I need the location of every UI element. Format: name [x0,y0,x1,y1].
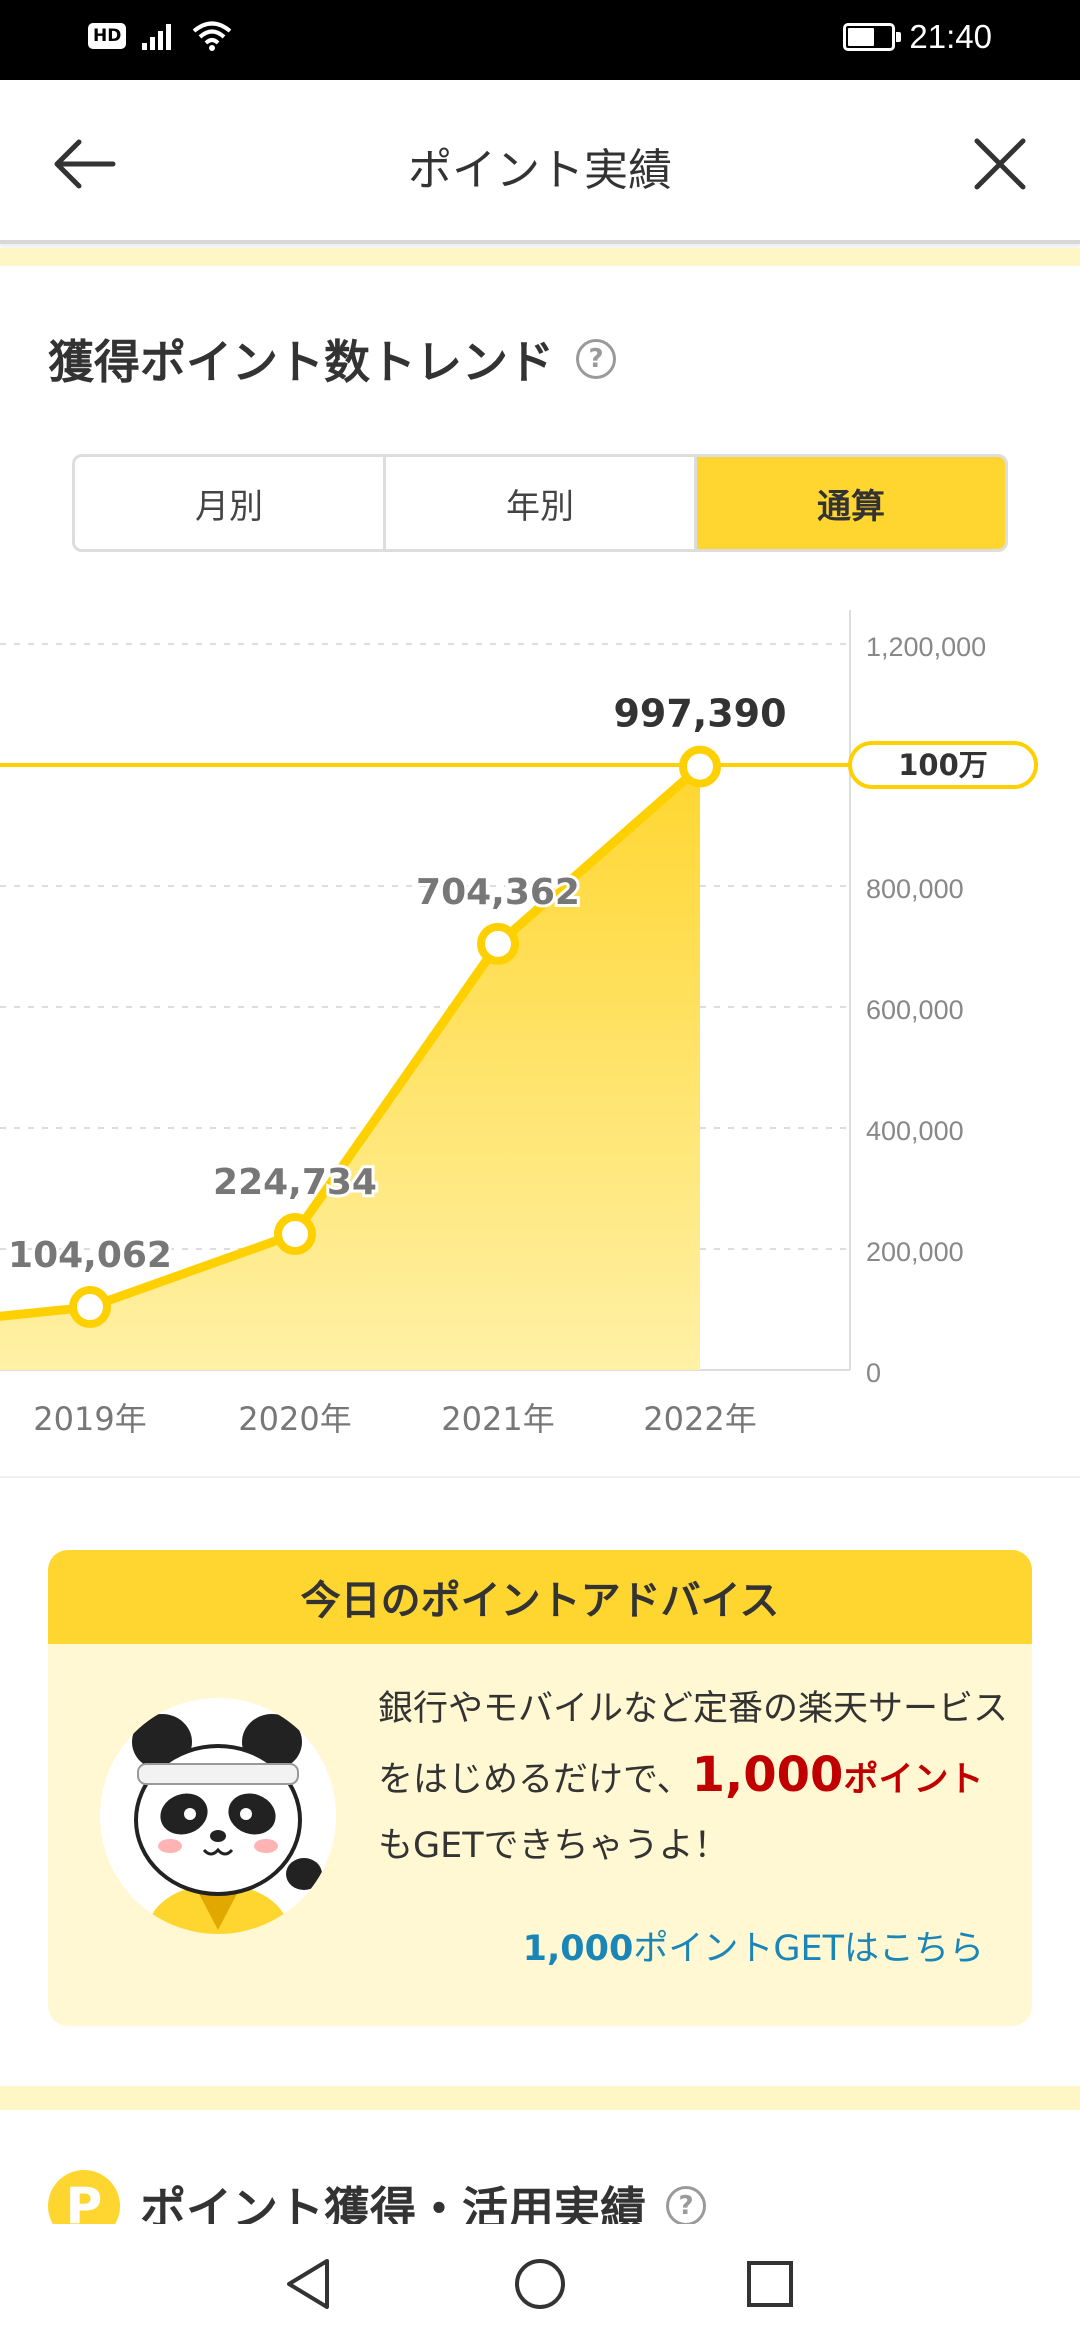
advice-link-number: 1,000 [522,1929,634,1969]
y-tick-label: 200,000 [866,1237,964,1267]
close-button[interactable] [960,124,1040,204]
app-header: ポイント実績 [0,80,1080,244]
advice-highlight-number: 1,000 [691,1747,844,1803]
status-time: 21:40 [909,18,992,55]
data-point[interactable] [679,745,721,788]
nav-back-button[interactable] [268,2244,348,2324]
data-label: 997,390 [613,692,786,736]
nav-home-icon [515,2259,565,2309]
data-point[interactable] [274,1213,316,1256]
y-tick-label: 1,200,000 [866,632,986,662]
period-tabs: 月別 年別 通算 [72,454,1008,552]
help-icon[interactable]: ? [576,339,616,379]
data-label: 224,734 [213,1162,377,1203]
status-left: HD [88,20,232,52]
data-label: 704,362 [416,872,580,913]
nav-recents-button[interactable] [730,2244,810,2324]
nav-recents-icon [747,2261,793,2307]
help-icon-2[interactable]: ? [666,2186,706,2226]
panda-mascot-icon [100,1698,336,1934]
y-tick-label: 600,000 [866,995,964,1025]
advice-link[interactable]: 1,000ポイントGETはこちら [523,1920,984,1971]
advice-message: 銀行やモバイルなど定番の楽天サービスをはじめるだけで、1,000ポイントもGET… [378,1676,1008,1879]
battery-icon [843,23,902,51]
status-right: 21:40 [843,18,992,56]
x-tick-label: 2022年 [643,1400,756,1438]
advice-highlight-unit: ポイント [843,1760,984,1800]
y-tick-label: 0 [866,1358,881,1388]
points-trend-chart: 0 200,000 400,000 600,000 800,000 1,200,000 10… [0,610,1038,1438]
chart-divider [0,1476,1080,1478]
reference-label: 100万 [898,748,988,782]
status-bar: HD 21:40 [0,0,1080,80]
tab-monthly[interactable]: 月別 [75,457,386,549]
section-separator-2 [0,2086,1080,2110]
wifi-icon [193,21,232,51]
nav-home-button[interactable] [500,2244,580,2324]
y-tick-label: 800,000 [866,874,964,904]
trend-section-title: 獲得ポイント数トレンド ? [48,326,616,392]
section-separator [0,248,1080,266]
advice-heading: 今日のポイントアドバイス [48,1550,1032,1644]
tab-cumulative[interactable]: 通算 [697,457,1005,549]
data-point[interactable] [69,1286,111,1329]
close-icon [974,138,1026,190]
y-tick-label: 400,000 [866,1116,964,1146]
data-label: 104,062 [8,1235,172,1276]
page-title: ポイント実績 [408,145,672,196]
data-point[interactable] [477,922,519,965]
advice-text-part2: もGETできちゃうよ！ [378,1826,729,1866]
advice-card: 今日のポイントアドバイス 銀行やモバイルなど定番の楽天サービスをはじめるだけで、… [48,1550,1032,2026]
tab-yearly[interactable]: 年別 [386,457,697,549]
system-nav-bar [0,2224,1080,2340]
nav-back-icon [287,2259,329,2309]
signal-icon [142,24,172,50]
advice-link-text: ポイントGETはこちら [633,1929,984,1969]
hd-badge: HD [88,23,127,49]
trend-title-text: 獲得ポイント数トレンド [48,335,554,389]
x-tick-label: 2019年 [33,1400,146,1438]
x-tick-label: 2020年 [238,1400,351,1438]
x-tick-label: 2021年 [441,1400,554,1438]
